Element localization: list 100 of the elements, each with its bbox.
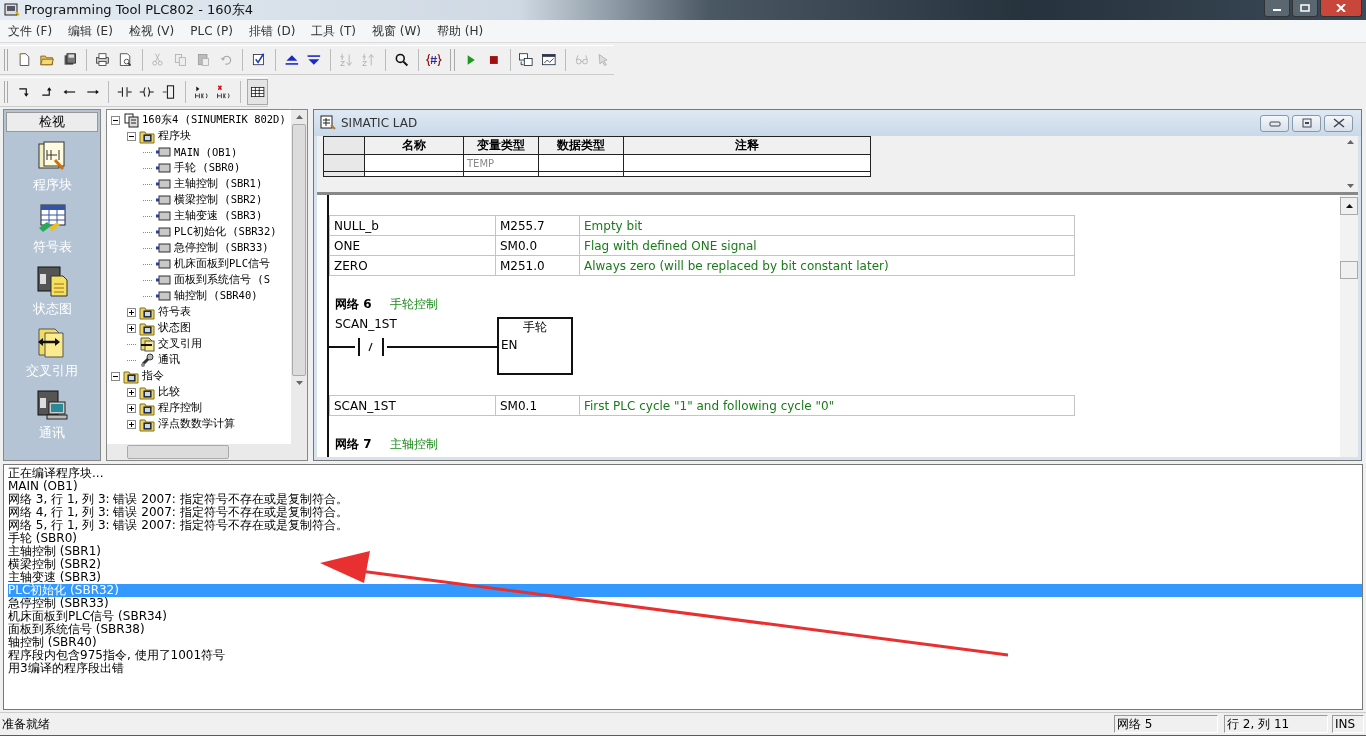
output-line[interactable]: 面板到系统信号 (SBR38) [8,623,145,636]
expander-icon[interactable] [111,115,120,125]
menu-item[interactable]: PLC (P) [182,24,241,38]
table-cell: ONE [329,235,496,256]
tree-item[interactable]: 符号表 [158,305,191,319]
tree-item[interactable]: 程序控制 [158,401,202,415]
output-line[interactable]: 横梁控制 (SBR2) [8,558,101,571]
output-line[interactable]: 网络 5, 行 1, 列 3: 错误 2007: 指定符号不存在或是复制符合。 [8,519,348,532]
output-line[interactable]: 急停控制 (SBR33) [8,597,109,610]
tree-item[interactable]: 面板到系统信号 (S [174,273,270,287]
menu-item[interactable]: 排错 (D) [240,22,304,40]
vertical-scrollbar[interactable] [291,110,307,444]
folder-icon [139,416,155,432]
block-icon [155,192,171,208]
output-line[interactable]: 手轮 (SBR0) [8,532,77,545]
close-icon [1336,4,1346,12]
expander-icon[interactable] [127,419,136,429]
restore-icon [1300,118,1313,128]
output-line[interactable]: 网络 3, 行 1, 列 3: 错误 2007: 指定符号不存在或是复制符合。 [8,493,348,506]
output-line[interactable]: 程序段内包含975指令, 使用了1001符号 [8,649,226,662]
output-line[interactable]: 用3编译的程序段出错 [8,662,124,675]
table-cell: NULL_b [329,215,496,236]
menu-item[interactable]: 帮助 (H) [428,22,492,40]
tree-item[interactable]: 手轮 (SBR0) [174,161,241,175]
minimize-icon [1268,119,1281,127]
table-cell: Empty bit [579,215,1075,236]
folder-icon [139,304,155,320]
menu-item[interactable]: 编辑 (E) [60,22,121,40]
restore-button[interactable] [1292,114,1321,132]
tree-item[interactable]: 主轴变速 (SBR3) [174,209,263,223]
tree-item[interactable]: 机床面板到PLC信号 [174,257,270,271]
block-icon [155,256,171,272]
tree-item[interactable]: 状态图 [158,321,191,335]
editor-title: SIMATIC LAD [341,116,418,130]
menu-item[interactable]: 视窗 (W) [363,22,429,40]
network-number: 网络 7 [335,436,372,453]
scroll-down-icon[interactable] [295,381,303,385]
column-header: 名称 [364,136,464,155]
tree-item[interactable]: 浮点数数学计算 [158,417,235,431]
block-icon [155,288,171,304]
scroll-up-icon[interactable] [295,115,303,119]
tree-item[interactable]: 通讯 [158,353,180,367]
tree-item[interactable]: 急停控制 (SBR33) [174,241,269,255]
expander-icon[interactable] [127,131,136,141]
tree-item[interactable]: 主轴控制 (SBR1) [174,177,263,191]
scroll-down-icon[interactable] [1346,184,1354,188]
close-button[interactable] [1320,0,1362,17]
computer-icon[interactable] [35,388,69,422]
scroll-up-icon [1345,204,1353,208]
minimize-button[interactable] [1264,0,1290,17]
table-cell: Always zero (will be replaced by bit constant later) [579,255,1075,276]
expander-icon[interactable] [127,323,136,333]
tree-item[interactable]: 比较 [158,385,180,399]
output-line[interactable]: 网络 4, 行 1, 列 3: 错误 2007: 指定符号不存在或是复制符合。 [8,506,348,519]
tree-item[interactable]: 指令 [142,369,164,383]
output-line[interactable]: 正在编译程序块... [8,467,104,480]
horizontal-scrollbar[interactable] [107,444,307,460]
output-line[interactable]: MAIN (OB1) [8,480,78,493]
block-icon [155,224,171,240]
menu-item[interactable]: 工具 (T) [303,22,364,40]
expander-icon[interactable] [127,387,136,397]
block-icon [155,144,171,160]
block-icon [155,176,171,192]
scroll-up-button[interactable] [1340,197,1358,215]
tree-item[interactable]: 横梁控制 (SBR2) [174,193,263,207]
tree-item[interactable]: 交叉引用 [158,337,202,351]
folder-icon [139,128,155,144]
status-message: 准备就绪 [1,715,50,733]
vertical-scrollbar[interactable] [1340,195,1358,457]
status-chart-icon[interactable] [35,264,69,298]
output-line[interactable]: 机床面板到PLC信号 (SBR34) [8,610,167,623]
scroll-up-icon[interactable] [1346,140,1354,144]
status-network: 网络 5 [1114,715,1218,733]
expander-icon[interactable] [127,307,136,317]
table-icon[interactable] [246,79,268,105]
status-mode: INS [1332,715,1364,733]
tree-item[interactable]: MAIN (OB1) [174,146,238,158]
input-label: EN [500,338,519,352]
expander-icon[interactable] [127,403,136,413]
folder-icon [123,368,139,384]
table-cell: First PLC cycle "1" and following cycle "0" [579,395,1075,416]
output-line[interactable]: 主轴变速 (SBR3) [8,571,101,584]
scroll-thumb[interactable] [1340,261,1358,279]
tree-item[interactable]: 程序块 [158,129,191,143]
tree-item[interactable]: PLC初始化 (SBR32) [174,225,277,239]
menu-item[interactable]: 检视 (V) [120,22,183,40]
table-cell: SM0.0 [495,235,580,256]
output-line[interactable]: 主轴控制 (SBR1) [8,545,101,558]
tree-item[interactable]: 轴控制 (SBR40) [174,289,258,303]
menu-item[interactable]: 文件 (F) [0,22,61,40]
folder-icon [139,384,155,400]
block-icon [155,240,171,256]
table-cell: M251.0 [495,255,580,276]
contact-label: SCAN_1ST [334,317,398,333]
close-button[interactable] [1324,114,1353,132]
maximize-button[interactable] [1292,0,1318,17]
expander-icon[interactable] [111,371,120,381]
navigation-header[interactable]: 检视 [6,112,98,132]
output-line[interactable]: 轴控制 (SBR40) [8,636,97,649]
tree-item[interactable]: 160东4 (SINUMERIK 802D) [142,113,286,127]
